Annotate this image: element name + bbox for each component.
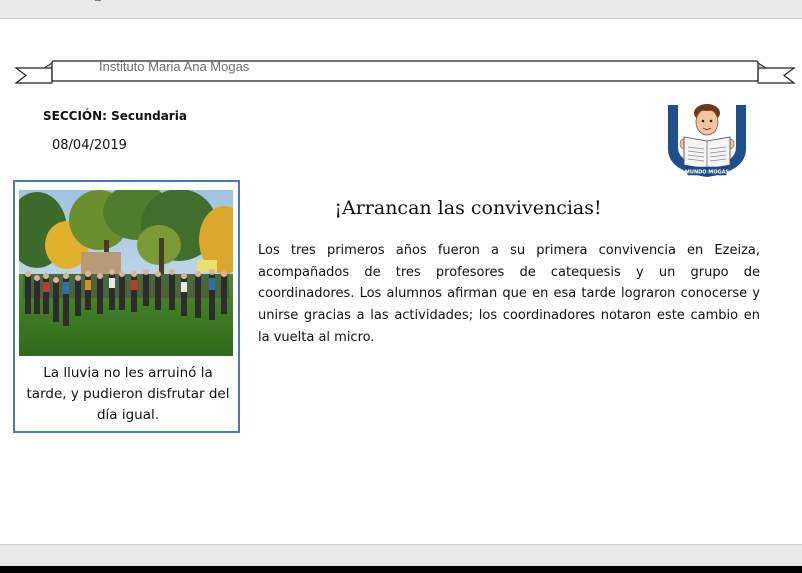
header-banner: Instituto Maria Ana Mogas [14, 59, 796, 87]
logo-ribbon-text: MUNDO MOGAS [685, 169, 730, 175]
event-photo [19, 190, 233, 356]
article-title: ¡Arrancan las convivencias! [334, 197, 602, 219]
window-top-bar [0, 0, 802, 19]
photo-caption: La lluvia no les arruinó la tarde, y pud… [26, 365, 230, 423]
photo-frame: La lluvia no les arruinó la tarde, y pud… [13, 180, 240, 433]
reader-mascot-icon: MUNDO MOGAS [668, 104, 746, 177]
taskbar-edge [0, 566, 802, 573]
school-logo: MUNDO MOGAS [664, 101, 750, 181]
school-name: Instituto Maria Ana Mogas [99, 59, 250, 74]
section-label: SECCIÓN: Secundaria [43, 109, 187, 123]
article-date: 08/04/2019 [52, 138, 127, 153]
group-outdoor-photo [19, 190, 233, 356]
article-body: Los tres primeros años fueron a su prime… [258, 243, 760, 345]
window-bottom-bar [0, 544, 802, 567]
ruler-marker [95, 0, 101, 1]
